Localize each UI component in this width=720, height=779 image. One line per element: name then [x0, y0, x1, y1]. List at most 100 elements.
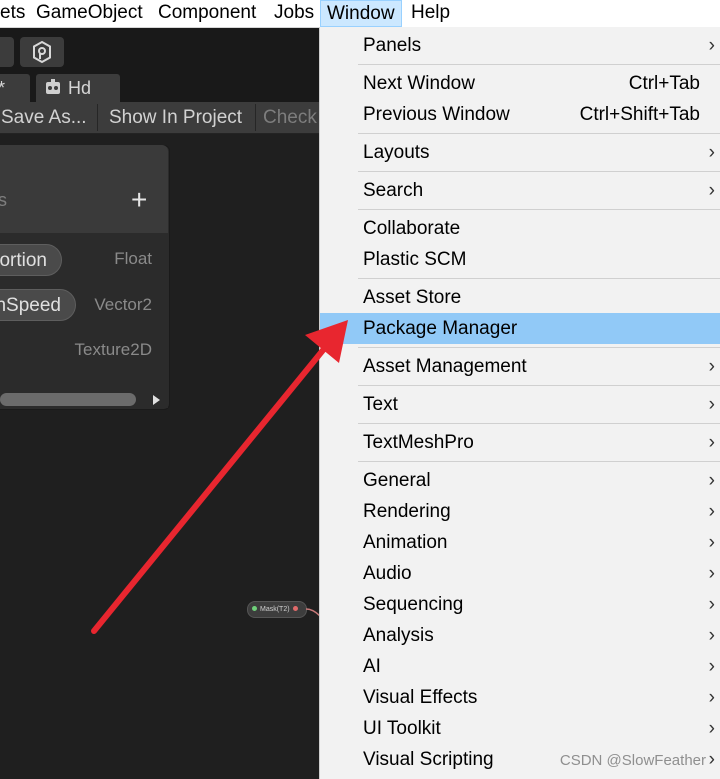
- chevron-right-icon: ›: [708, 142, 715, 163]
- menu-item-label: TextMeshPro: [363, 432, 474, 453]
- menu-item-label: Collaborate: [363, 218, 461, 239]
- menu-separator: [358, 347, 720, 348]
- menu-item-text[interactable]: Text ›: [320, 389, 720, 420]
- menu-bar: ets GameObject Component Jobs Window Hel…: [0, 0, 720, 28]
- menu-window[interactable]: Window: [320, 0, 402, 27]
- menu-item-label: UI Toolkit: [363, 718, 441, 739]
- menu-item-audio[interactable]: Audio ›: [320, 558, 720, 589]
- menu-item-label: Package Manager: [363, 318, 518, 339]
- chevron-right-icon: ›: [708, 625, 715, 646]
- menu-item-plastic-scm[interactable]: Plastic SCM: [320, 244, 720, 275]
- toolbar-button[interactable]: [0, 37, 14, 67]
- menu-item-ui-toolkit[interactable]: UI Toolkit ›: [320, 713, 720, 744]
- watermark: CSDN @SlowFeather: [559, 752, 706, 769]
- menu-item-package-manager[interactable]: Package Manager: [320, 313, 720, 344]
- tab-shader-graph[interactable]: Hd: [36, 74, 120, 102]
- menu-item-sequencing[interactable]: Sequencing ›: [320, 589, 720, 620]
- menu-item-label: Plastic SCM: [363, 249, 467, 270]
- show-in-project-button[interactable]: Show In Project: [109, 102, 242, 133]
- menu-component[interactable]: Component: [158, 0, 256, 27]
- scroll-right-icon[interactable]: [150, 393, 162, 407]
- chevron-right-icon: ›: [708, 532, 715, 553]
- plastic-scm-button[interactable]: [20, 37, 64, 67]
- menu-item-label: Layouts: [363, 142, 430, 163]
- chevron-right-icon: ›: [708, 35, 715, 56]
- chevron-right-icon: ›: [708, 563, 715, 584]
- property-pill[interactable]: nSpeed: [0, 289, 76, 321]
- chevron-right-icon: ›: [708, 470, 715, 491]
- node-label: Mask(T2): [260, 606, 290, 613]
- menu-separator: [358, 209, 720, 210]
- menu-item-asset-store[interactable]: Asset Store: [320, 282, 720, 313]
- menu-item-visual-effects[interactable]: Visual Effects ›: [320, 682, 720, 713]
- chevron-right-icon: ›: [708, 501, 715, 522]
- tab-label: Hd: [68, 78, 92, 98]
- menu-item-shortcut: Ctrl+Shift+Tab: [579, 104, 700, 125]
- input-port-icon[interactable]: [252, 606, 257, 611]
- menu-item-textmeshpro[interactable]: TextMeshPro ›: [320, 427, 720, 458]
- menu-item-animation[interactable]: Animation ›: [320, 527, 720, 558]
- menu-item-label: AI: [363, 656, 381, 677]
- menu-item-search[interactable]: Search ›: [320, 175, 720, 206]
- menu-jobs[interactable]: Jobs: [274, 0, 314, 27]
- menu-item-layouts[interactable]: Layouts ›: [320, 137, 720, 168]
- menu-help[interactable]: Help: [411, 0, 450, 27]
- toolbar-divider: [255, 104, 256, 131]
- menu-item-label: Sequencing: [363, 594, 464, 615]
- menu-item-rendering[interactable]: Rendering ›: [320, 496, 720, 527]
- tab-modified-mark: *: [0, 74, 5, 102]
- chevron-right-icon: ›: [708, 718, 715, 739]
- menu-item-label: Search: [363, 180, 424, 201]
- menu-item-label: Visual Effects: [363, 687, 478, 708]
- chevron-right-icon: ›: [708, 687, 715, 708]
- menu-item-label: Next Window: [363, 73, 475, 94]
- menu-item-previous-window[interactable]: Previous Window Ctrl+Shift+Tab: [320, 99, 720, 130]
- property-pill[interactable]: ortion: [0, 244, 62, 276]
- menu-item-panels[interactable]: Panels ›: [320, 30, 720, 61]
- add-property-button[interactable]: +: [131, 185, 147, 215]
- menu-item-label: Audio: [363, 563, 412, 584]
- menu-item-label: Rendering: [363, 501, 451, 522]
- blackboard-subtitle: s: [0, 190, 7, 210]
- chevron-right-icon: ›: [708, 180, 715, 201]
- menu-separator: [358, 278, 720, 279]
- scrollbar-thumb[interactable]: [0, 393, 136, 406]
- menu-item-collaborate[interactable]: Collaborate: [320, 213, 720, 244]
- save-as-button[interactable]: Save As...: [1, 102, 87, 133]
- menu-item-ai[interactable]: AI ›: [320, 651, 720, 682]
- menu-item-label: Analysis: [363, 625, 434, 646]
- property-type: Texture2D: [74, 340, 152, 359]
- chevron-right-icon: ›: [708, 394, 715, 415]
- menu-item-asset-management[interactable]: Asset Management ›: [320, 351, 720, 382]
- menu-item-label: Asset Management: [363, 356, 527, 377]
- menu-gameobject[interactable]: GameObject: [36, 0, 143, 27]
- menu-separator: [358, 133, 720, 134]
- chevron-right-icon: ›: [708, 594, 715, 615]
- menu-separator: [358, 64, 720, 65]
- menu-separator: [358, 385, 720, 386]
- graph-node[interactable]: Mask(T2): [247, 601, 307, 618]
- property-type: Vector2: [94, 295, 152, 314]
- menu-separator: [358, 171, 720, 172]
- menu-item-label: General: [363, 470, 431, 491]
- toolbar-divider: [97, 104, 98, 131]
- chevron-right-icon: ›: [708, 432, 715, 453]
- menu-item-label: Asset Store: [363, 287, 462, 308]
- menu-item-label: Panels: [363, 35, 422, 56]
- menu-item-next-window[interactable]: Next Window Ctrl+Tab: [320, 68, 720, 99]
- tab-previous[interactable]: *: [0, 74, 30, 102]
- check-out-button[interactable]: Check: [263, 102, 317, 133]
- menu-item-shortcut: Ctrl+Tab: [628, 73, 700, 94]
- menu-item-label: Animation: [363, 532, 448, 553]
- menu-separator: [358, 423, 720, 424]
- shader-graph-icon: [46, 79, 60, 94]
- chevron-right-icon: ›: [708, 356, 715, 377]
- menu-item-label: Visual Scripting: [363, 749, 494, 770]
- output-port-icon[interactable]: [293, 606, 298, 611]
- menu-item-general[interactable]: General ›: [320, 465, 720, 496]
- menu-item-label: Text: [363, 394, 398, 415]
- menu-assets[interactable]: ets: [0, 0, 25, 27]
- menu-item-analysis[interactable]: Analysis ›: [320, 620, 720, 651]
- property-type: Float: [114, 249, 152, 268]
- chevron-right-icon: ›: [708, 749, 715, 770]
